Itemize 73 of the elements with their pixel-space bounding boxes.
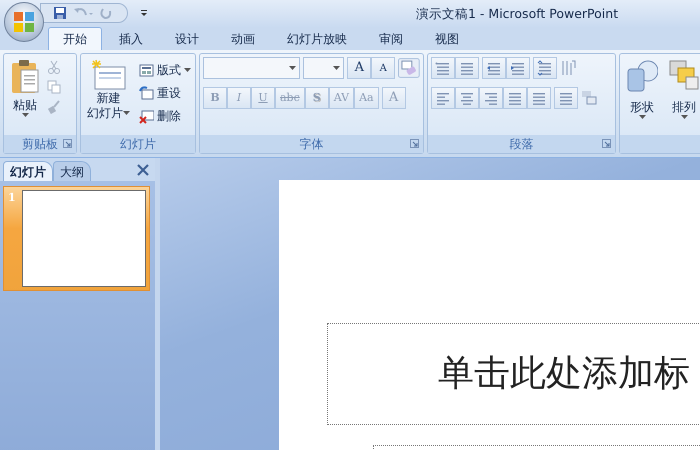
ribbon-tab[interactable]: 幻灯片放映 <box>272 27 362 50</box>
line-spacing-button[interactable] <box>533 57 557 79</box>
group-label: 剪贴板 <box>22 136 58 153</box>
redo-icon[interactable] <box>99 6 113 20</box>
numbering-icon <box>459 60 475 76</box>
caret-icon <box>638 115 646 120</box>
align-right-button[interactable] <box>479 87 503 109</box>
smartart-icon[interactable] <box>581 89 599 107</box>
bullets-button[interactable] <box>431 57 455 79</box>
ribbon-tab[interactable]: 插入 <box>104 27 158 50</box>
save-icon[interactable] <box>53 6 67 20</box>
text-direction-icon[interactable] <box>560 59 578 77</box>
columns-button[interactable] <box>554 87 578 109</box>
delete-icon <box>139 108 154 124</box>
window-title: 演示文稿1 - Microsoft PowerPoint <box>416 5 618 23</box>
font-name-field[interactable] <box>203 57 300 79</box>
justify-button[interactable] <box>503 87 527 109</box>
group-label: 段落 <box>510 136 534 153</box>
align-left-button[interactable] <box>431 87 455 109</box>
caret-icon <box>22 113 28 118</box>
close-icon[interactable] <box>137 164 149 176</box>
increase-indent-button[interactable] <box>506 57 530 79</box>
paste-button[interactable]: 粘贴 <box>7 57 43 132</box>
shrink-font-button[interactable]: A <box>371 57 396 79</box>
decrease-indent-button[interactable] <box>482 57 506 79</box>
clear-formatting-icon[interactable] <box>398 58 420 78</box>
line-spacing-icon <box>537 60 553 76</box>
ribbon-tab[interactable]: 开始 <box>48 27 102 50</box>
new-slide-button[interactable]: 新建 幻灯片 <box>84 57 133 132</box>
distributed-icon <box>531 90 547 106</box>
grow-font-button[interactable]: A <box>347 57 372 79</box>
shapes-icon <box>626 59 658 93</box>
arrange-button[interactable]: 排列 <box>665 57 700 132</box>
reset-icon <box>139 86 154 100</box>
justify-icon <box>507 90 523 106</box>
shapes-button[interactable]: 形状 <box>623 57 661 132</box>
ribbon-tab[interactable]: 视图 <box>420 27 474 50</box>
align-right-icon <box>483 90 499 106</box>
dialog-launcher-icon[interactable] <box>410 139 419 148</box>
numbering-button[interactable] <box>455 57 479 79</box>
bullets-icon <box>435 60 451 76</box>
ribbon-tab[interactable]: 动画 <box>216 27 270 50</box>
slide-command-button[interactable]: 删除 <box>137 106 193 126</box>
new-slide-icon <box>90 59 126 91</box>
align-left-icon <box>435 90 451 106</box>
pane-tab[interactable]: 幻灯片 <box>3 161 53 181</box>
pane-tab[interactable]: 大纲 <box>53 161 91 181</box>
dialog-launcher-icon[interactable] <box>63 139 72 148</box>
increase-indent-icon <box>510 60 526 76</box>
office-logo-icon <box>13 11 35 33</box>
slide-command-button[interactable]: 重设 <box>137 83 193 103</box>
ribbon-tab[interactable]: 审阅 <box>364 27 418 50</box>
group-label: 幻灯片 <box>120 136 156 153</box>
dialog-launcher-icon[interactable] <box>602 139 611 148</box>
distributed-button[interactable] <box>527 87 551 109</box>
title-placeholder[interactable]: 单击此处添加标 <box>327 323 700 425</box>
caret-icon <box>333 66 340 70</box>
caret-icon <box>184 68 191 72</box>
ribbon-tab[interactable]: 设计 <box>160 27 214 50</box>
caret-icon <box>123 111 130 116</box>
center-icon <box>459 90 475 106</box>
group-label: 字体 <box>300 136 324 153</box>
caret-icon <box>680 115 688 120</box>
caret-icon <box>288 66 296 70</box>
decrease-indent-icon <box>486 60 502 76</box>
center-button[interactable] <box>455 87 479 109</box>
font-size-field[interactable] <box>302 57 344 79</box>
slide-number: 1 <box>8 190 16 206</box>
placeholder-text: 单击此处添加标 <box>438 352 690 396</box>
columns-icon <box>558 90 574 106</box>
customize-caret-icon[interactable] <box>140 8 148 18</box>
slide-command-button[interactable]: 版式 <box>137 60 193 80</box>
layout-icon <box>139 62 154 78</box>
